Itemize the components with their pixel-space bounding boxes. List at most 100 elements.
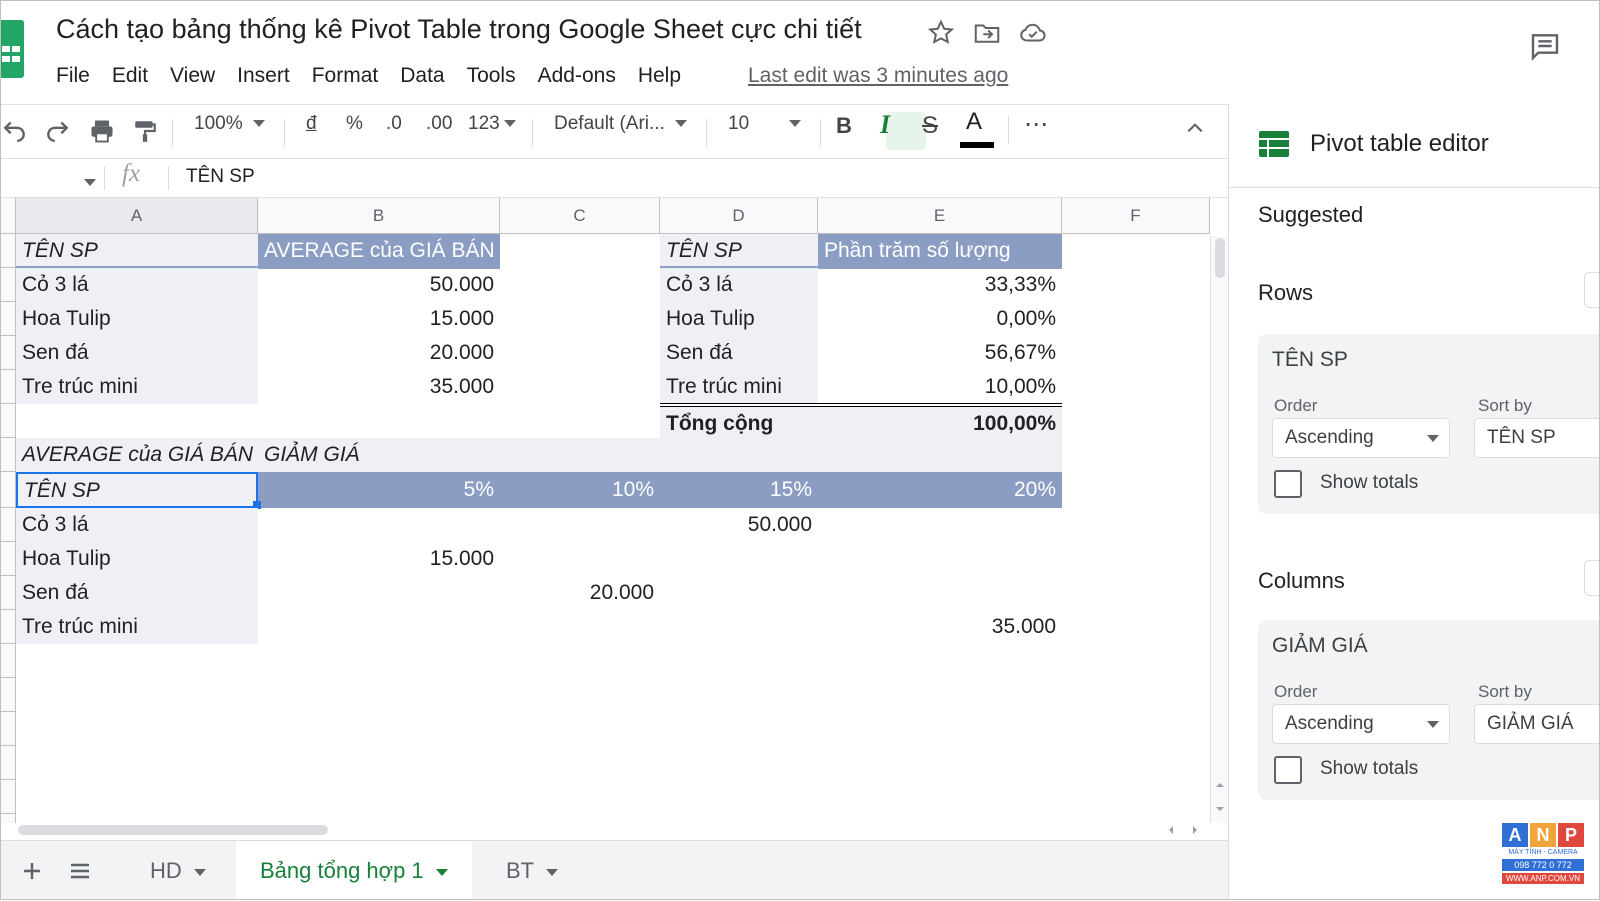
menu-help[interactable]: Help [638,64,681,88]
pivot1-row-name[interactable]: Sen đá [16,336,258,370]
row-header[interactable] [0,268,16,302]
document-title[interactable]: Cách tạo bảng thống kê Pivot Table trong… [56,14,862,45]
column-header-a[interactable]: A [16,198,258,234]
pivot3-row-name[interactable]: Sen đá [16,576,258,610]
menu-insert[interactable]: Insert [237,64,290,88]
rows-sortby-select[interactable]: TÊN SP [1474,418,1600,458]
vertical-scroll-thumb[interactable] [1215,238,1225,278]
pivot2-header-name[interactable]: TÊN SP [660,234,818,268]
scroll-left-icon[interactable] [1166,825,1176,835]
pivot2-row-value[interactable]: 0,00% [818,302,1062,336]
italic-button[interactable]: I [880,110,890,140]
last-edit-link[interactable]: Last edit was 3 minutes ago [748,64,1008,88]
column-header-c[interactable]: C [500,198,660,234]
comment-history-icon[interactable] [1528,30,1562,62]
row-header[interactable] [0,644,16,678]
pivot1-header-name[interactable]: TÊN SP [16,234,258,268]
spreadsheet-grid[interactable]: A B C D E F TÊN SP AVERAGE của GIÁ BÁN C… [0,198,1210,823]
row-header[interactable] [0,814,16,823]
pivot1-row-value[interactable]: 35.000 [258,370,500,404]
menu-view[interactable]: View [170,64,215,88]
pivot2-row-name[interactable]: Sen đá [660,336,818,370]
text-color-button[interactable]: A [966,108,982,136]
select-all-corner[interactable] [0,198,16,234]
strikethrough-button[interactable]: S [922,112,938,140]
vertical-scrollbar[interactable] [1210,236,1228,823]
menu-data[interactable]: Data [400,64,444,88]
row-header[interactable] [0,336,16,370]
pivot2-row-value[interactable]: 33,33% [818,268,1062,302]
percent-format-button[interactable]: % [346,113,363,135]
row-header[interactable] [0,576,16,610]
pivot1-row-value[interactable]: 20.000 [258,336,500,370]
row-header[interactable] [0,746,16,780]
pivot3-cell[interactable]: 15.000 [258,542,500,576]
column-header-d[interactable]: D [660,198,818,234]
row-header[interactable] [0,712,16,746]
menu-addons[interactable]: Add-ons [538,64,616,88]
scroll-down-icon[interactable] [1215,804,1225,814]
cloud-saved-icon[interactable] [1018,18,1048,48]
menu-edit[interactable]: Edit [112,64,148,88]
row-header[interactable] [0,234,16,268]
pivot2-row-name[interactable]: Cỏ 3 lá [660,268,818,302]
pivot3-col-header[interactable]: 20% [818,473,1062,507]
formula-input[interactable]: TÊN SP [186,166,255,188]
horizontal-scroll-thumb[interactable] [18,825,328,835]
pivot3-row-name[interactable]: Cỏ 3 lá [16,508,258,542]
pivot3-row-name[interactable]: Hoa Tulip [16,542,258,576]
sheet-tab-bt[interactable]: BT [482,841,582,901]
row-header[interactable] [0,302,16,336]
menu-file[interactable]: File [56,64,90,88]
paint-format-icon[interactable] [132,117,158,145]
pivot1-row-value[interactable]: 50.000 [258,268,500,302]
selected-cell-row-field[interactable]: TÊN SP [16,472,258,508]
columns-show-totals-checkbox[interactable] [1274,756,1302,784]
pivot2-row-value[interactable]: 56,67% [818,336,1062,370]
rows-show-totals-checkbox[interactable] [1274,470,1302,498]
pivot3-col-header[interactable]: 10% [500,473,660,507]
font-size-select[interactable]: 10 [728,113,802,135]
row-header[interactable] [0,508,16,542]
pivot1-row-name[interactable]: Hoa Tulip [16,302,258,336]
row-header[interactable] [0,780,16,814]
columns-order-select[interactable]: Ascending [1272,704,1450,744]
pivot3-col-header[interactable]: 5% [258,473,500,507]
pivot1-row-name[interactable]: Cỏ 3 lá [16,268,258,302]
pivot3-values-label[interactable]: AVERAGE của GIÁ BÁN [16,438,258,472]
bold-button[interactable]: B [836,113,852,139]
zoom-select[interactable]: 100% [194,113,265,135]
pivot3-column-field[interactable]: GIẢM GIÁ [258,438,500,472]
pivot2-row-name[interactable]: Hoa Tulip [660,302,818,336]
undo-icon[interactable] [2,117,28,143]
column-header-b[interactable]: B [258,198,500,234]
row-header[interactable] [0,542,16,576]
pivot2-row-name[interactable]: Tre trúc mini [660,370,818,404]
pivot1-header-value[interactable]: AVERAGE của GIÁ BÁN [258,234,500,268]
name-box-dropdown[interactable] [84,174,96,192]
columns-sortby-select[interactable]: GIẢM GIÁ [1474,704,1600,744]
pivot3-cell[interactable]: 50.000 [660,508,818,542]
pivot2-row-value[interactable]: 10,00% [818,370,1062,404]
redo-icon[interactable] [44,117,70,143]
row-header[interactable] [0,610,16,644]
scroll-right-icon[interactable] [1190,825,1200,835]
pivot2-header-value[interactable]: Phần trăm số lượng [818,234,1062,268]
scroll-up-icon[interactable] [1215,780,1225,790]
pivot1-row-name[interactable]: Tre trúc mini [16,370,258,404]
pivot3-cell[interactable]: 35.000 [818,610,1062,644]
pivot2-total-label[interactable]: Tổng cộng [660,407,818,441]
currency-format-button[interactable]: đ [306,113,317,135]
horizontal-scrollbar[interactable] [16,823,1228,837]
rows-add-button[interactable] [1584,272,1600,308]
sheet-tab-hd[interactable]: HD [126,841,230,901]
add-sheet-icon[interactable] [20,859,44,883]
column-header-f[interactable]: F [1062,198,1210,234]
row-header[interactable] [0,370,16,404]
pivot3-cell[interactable]: 20.000 [500,576,660,610]
row-header[interactable] [0,438,16,472]
decrease-decimal-button[interactable]: .0 [386,113,402,135]
star-icon[interactable] [926,18,956,48]
sheets-logo-icon[interactable] [0,20,24,78]
menu-tools[interactable]: Tools [467,64,516,88]
